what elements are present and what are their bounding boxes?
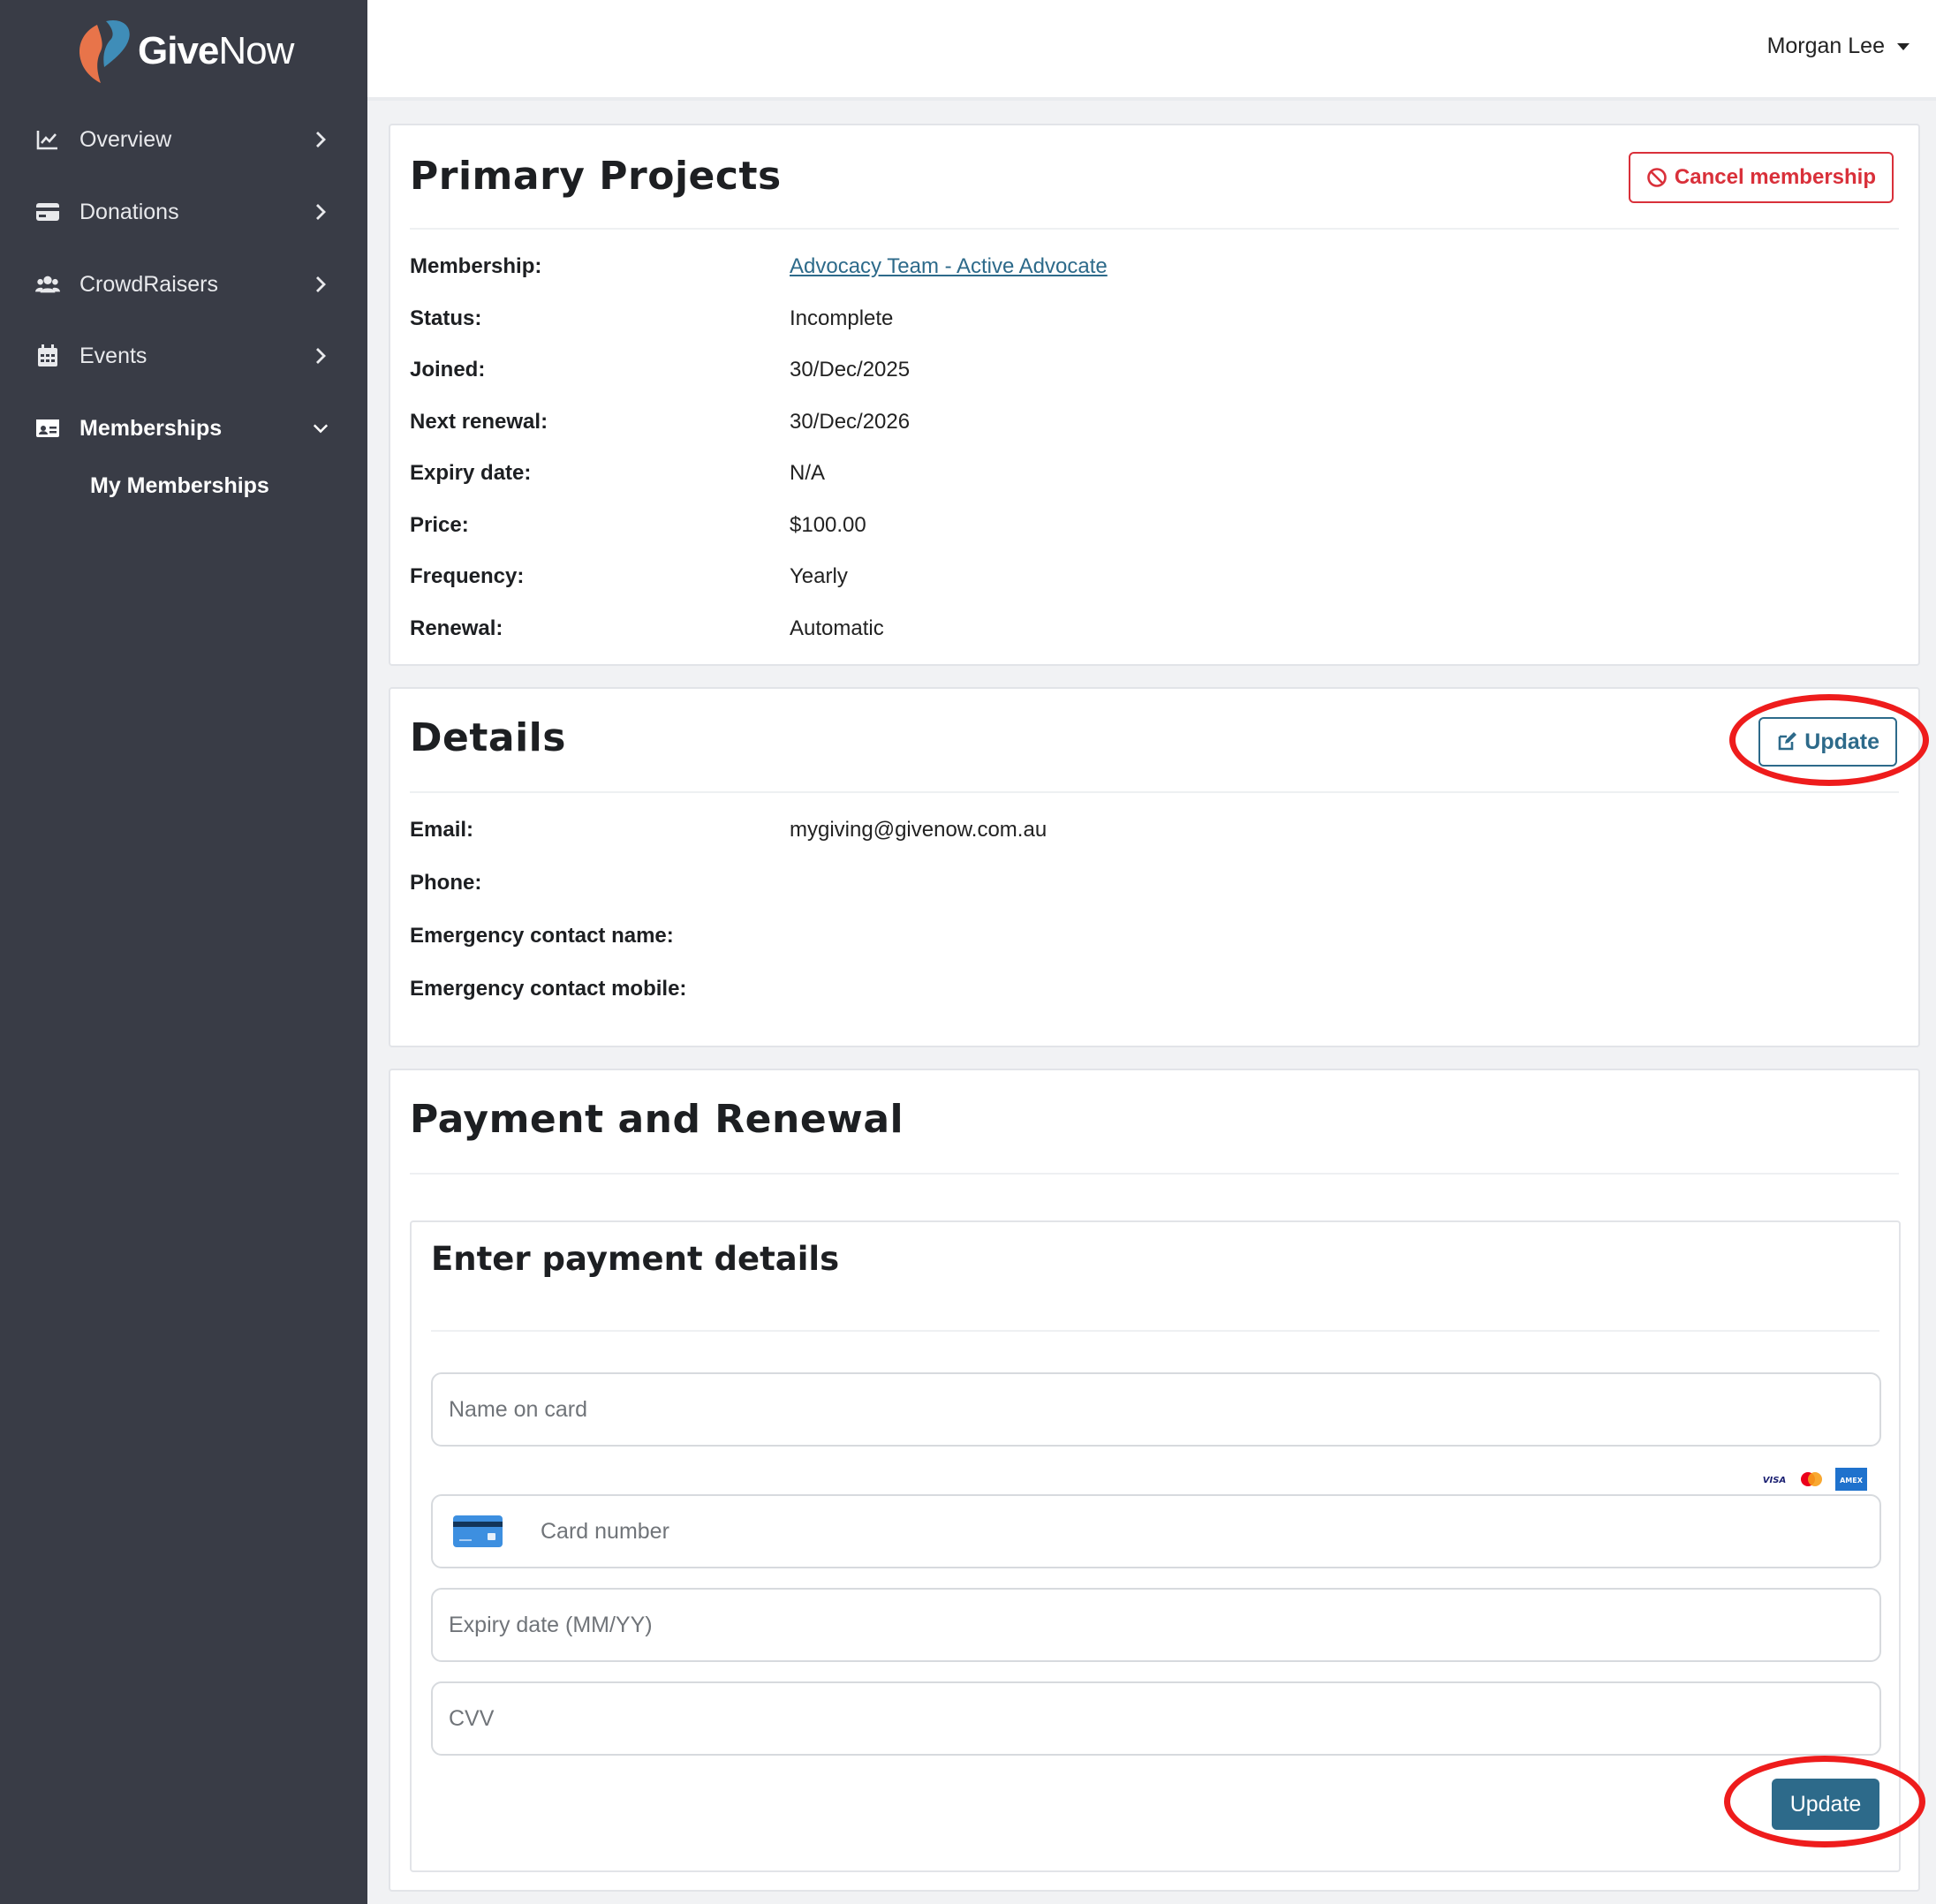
top-bar: Morgan Lee: [367, 0, 1936, 101]
amex-icon: AMEX: [1835, 1468, 1867, 1491]
status-value: Incomplete: [790, 306, 894, 330]
emergency-name-label: Emergency contact name:: [410, 924, 674, 948]
payment-title: Payment and Renewal: [410, 1097, 904, 1142]
next-renewal-label: Next renewal:: [410, 410, 548, 434]
user-name: Morgan Lee: [1766, 34, 1885, 58]
sidebar-item-events[interactable]: Events: [0, 329, 367, 382]
sidebar: GiveNow Overview Donations CrowdRaisers …: [0, 0, 367, 1904]
details-card: Details Update Email: mygiving@givenow.c…: [389, 687, 1920, 1047]
payment-card: Payment and Renewal Enter payment detail…: [389, 1069, 1920, 1892]
email-value: mygiving@givenow.com.au: [790, 818, 1047, 842]
update-payment-button[interactable]: Update: [1772, 1779, 1879, 1830]
emergency-mobile-label: Emergency contact mobile:: [410, 977, 687, 1001]
givenow-logo[interactable]: GiveNow: [71, 16, 300, 87]
update-details-button[interactable]: Update: [1758, 717, 1897, 767]
sidebar-item-label: CrowdRaisers: [79, 271, 218, 297]
chart-line-icon: [35, 127, 60, 152]
expiry-date-value: N/A: [790, 461, 826, 485]
cancel-membership-label: Cancel membership: [1674, 165, 1876, 189]
email-label: Email:: [410, 818, 474, 842]
membership-card: Primary Projects Cancel membership Membe…: [389, 124, 1920, 666]
next-renewal-value: 30/Dec/2026: [790, 410, 911, 434]
renewal-value: Automatic: [790, 616, 884, 640]
divider: [410, 1173, 1899, 1175]
cvv-field[interactable]: [431, 1681, 1881, 1756]
chevron-right-icon: [313, 127, 329, 152]
chevron-right-icon: [313, 200, 329, 224]
cancel-membership-button[interactable]: Cancel membership: [1628, 152, 1894, 203]
caret-down-icon: [1897, 42, 1910, 50]
id-card-icon: [35, 416, 60, 441]
phone-label: Phone:: [410, 871, 482, 895]
expiry-date-label: Expiry date:: [410, 461, 532, 485]
renewal-label: Renewal:: [410, 616, 503, 640]
divider: [431, 1330, 1879, 1332]
user-menu[interactable]: Morgan Lee: [1767, 34, 1910, 59]
card-number-field[interactable]: [431, 1494, 1881, 1568]
sidebar-item-label: Overview: [79, 126, 172, 152]
chevron-right-icon: [313, 272, 329, 297]
edit-icon: [1778, 732, 1797, 751]
credit-card-icon: [35, 200, 60, 224]
sidebar-item-overview[interactable]: Overview: [0, 113, 367, 166]
card-brand-logos: VISA AMEX: [1761, 1468, 1867, 1491]
sidebar-item-label: Events: [79, 343, 147, 368]
svg-text:AMEX: AMEX: [1840, 1477, 1864, 1485]
divider: [410, 791, 1899, 793]
status-label: Status:: [410, 306, 482, 330]
divider: [410, 228, 1899, 230]
sidebar-item-label: Donations: [79, 199, 179, 224]
expiry-date-field[interactable]: [431, 1588, 1881, 1662]
price-label: Price:: [410, 513, 469, 537]
chevron-right-icon: [313, 344, 329, 368]
sidebar-item-memberships[interactable]: Memberships: [0, 402, 367, 455]
frequency-label: Frequency:: [410, 564, 525, 588]
sidebar-item-label: Memberships: [79, 415, 223, 441]
membership-title: Primary Projects: [410, 154, 782, 199]
svg-text:VISA: VISA: [1763, 1476, 1786, 1485]
credit-card-icon: [453, 1515, 503, 1547]
membership-label: Membership:: [410, 254, 542, 278]
name-on-card-field[interactable]: [431, 1372, 1881, 1447]
payment-form: Enter payment details VISA AMEX Update: [410, 1220, 1901, 1872]
calendar-icon: [35, 344, 60, 368]
frequency-value: Yearly: [790, 564, 848, 588]
mastercard-icon: [1801, 1472, 1822, 1486]
price-value: $100.00: [790, 513, 866, 537]
sidebar-item-crowdraisers[interactable]: CrowdRaisers: [0, 258, 367, 311]
cvv-input[interactable]: [449, 1683, 1879, 1754]
payment-form-title: Enter payment details: [431, 1240, 840, 1278]
membership-link[interactable]: Advocacy Team - Active Advocate: [790, 254, 1108, 279]
ban-icon: [1647, 168, 1667, 187]
joined-label: Joined:: [410, 358, 486, 382]
expiry-date-input[interactable]: [449, 1590, 1879, 1660]
joined-value: 30/Dec/2025: [790, 358, 911, 382]
users-icon: [35, 272, 60, 297]
name-on-card-input[interactable]: [449, 1374, 1879, 1445]
details-title: Details: [410, 715, 566, 760]
sidebar-subitem-my-memberships[interactable]: My Memberships: [90, 473, 269, 499]
chevron-down-icon: [313, 416, 329, 441]
sidebar-item-donations[interactable]: Donations: [0, 185, 367, 238]
card-number-input[interactable]: [541, 1496, 1879, 1567]
update-details-label: Update: [1804, 729, 1879, 754]
brand-name: GiveNow: [138, 29, 294, 72]
visa-icon: VISA: [1763, 1476, 1786, 1485]
heart-logo-icon: [79, 19, 130, 83]
